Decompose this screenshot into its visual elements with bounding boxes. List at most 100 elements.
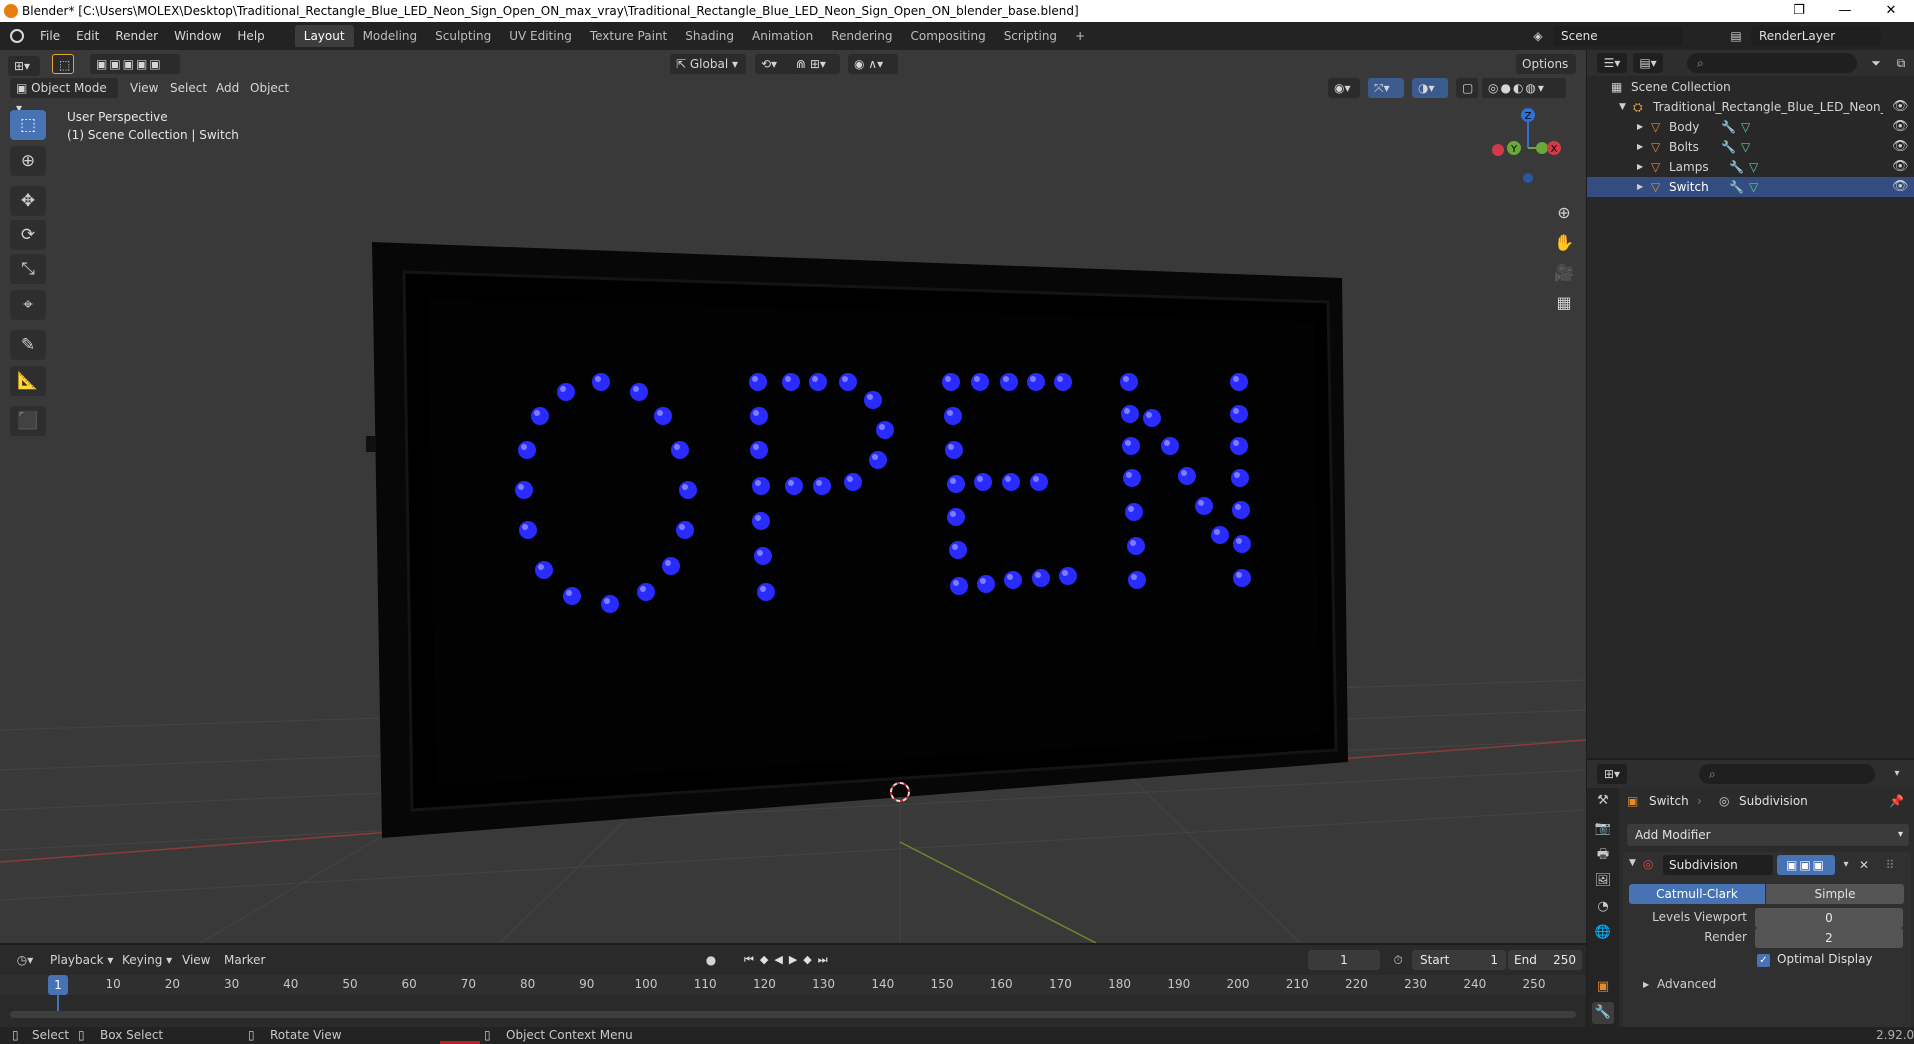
expand-arrow-icon[interactable]: ▶ <box>1637 117 1643 137</box>
proportional-edit-button[interactable]: ◉ ∧▾ <box>848 54 898 74</box>
eye-icon[interactable]: 👁 <box>1892 120 1909 134</box>
stopwatch-icon[interactable]: ⏱ <box>1388 950 1408 970</box>
rotate-tool-icon[interactable]: ⟳ <box>10 220 46 250</box>
advanced-subpanel-label[interactable]: Advanced <box>1657 977 1716 991</box>
transform-orientation-selector[interactable]: ⇱ Global ▾ <box>670 54 746 74</box>
playback-controls[interactable]: ⏮◆◀▶◆⏭ <box>744 950 864 970</box>
menu-window[interactable]: Window <box>166 29 229 43</box>
tab-texture-paint[interactable]: Texture Paint <box>581 25 676 47</box>
tab-compositing[interactable]: Compositing <box>901 25 994 47</box>
viewport-menu-select[interactable]: Select <box>164 78 213 98</box>
minimize-button[interactable]: — <box>1822 0 1868 22</box>
selection-mode-buttons[interactable]: ▣▣▣▣▣ <box>90 54 180 74</box>
properties-search-input[interactable]: ⌕ <box>1699 764 1875 784</box>
blender-menu-icon[interactable] <box>10 29 24 43</box>
menu-edit[interactable]: Edit <box>68 29 107 43</box>
camera-view-icon[interactable]: 🎥 <box>1550 260 1578 286</box>
visibility-filter-button[interactable]: ◉▾ <box>1328 78 1360 98</box>
outliner-editor-type-icon[interactable]: ☰▾ <box>1597 53 1627 73</box>
outliner-row-collection[interactable]: ▼ ⛭ Traditional_Rectangle_Blue_LED_Neon_… <box>1587 97 1914 117</box>
modifier-menu-chevron-icon[interactable]: ▾ <box>1837 855 1855 875</box>
scene-selector[interactable]: Scene <box>1553 26 1683 46</box>
outliner-search-input[interactable]: ⌕ <box>1687 53 1857 73</box>
outliner-row-bolts[interactable]: ▶ ▽ Bolts 🔧 ▽ 👁 <box>1587 137 1914 157</box>
zoom-icon[interactable]: ⊕ <box>1550 200 1578 226</box>
ortho-grid-icon[interactable]: ▦ <box>1550 290 1578 316</box>
xray-toggle-button[interactable]: ▢ <box>1456 78 1478 98</box>
outliner-row-switch[interactable]: ▶ ▽ Switch 🔧 ▽ 👁 <box>1587 177 1914 197</box>
expand-arrow-icon[interactable]: ▼ <box>1619 97 1626 117</box>
tab-uv-editing[interactable]: UV Editing <box>500 25 581 47</box>
expand-arrow-icon[interactable]: ▶ <box>1637 157 1643 177</box>
catmull-clark-button[interactable]: Catmull-Clark <box>1629 884 1765 904</box>
cursor-tool-icon[interactable]: ⊕ <box>10 146 46 176</box>
record-keyframe-icon[interactable]: ● <box>702 950 720 970</box>
remove-modifier-close-icon[interactable]: ✕ <box>1855 855 1873 875</box>
select-box-tool-icon[interactable]: ⬚ <box>10 110 46 140</box>
options-dropdown[interactable]: Options <box>1516 54 1576 74</box>
maximize-button[interactable]: ❐ <box>1776 0 1822 22</box>
tab-modeling[interactable]: Modeling <box>354 25 427 47</box>
editor-type-button[interactable]: ⊞▾ <box>8 56 40 76</box>
add-modifier-dropdown[interactable]: Add Modifier ▾ <box>1627 824 1909 846</box>
eye-icon[interactable]: 👁 <box>1892 160 1909 174</box>
pin-icon[interactable]: 📌 <box>1889 794 1904 808</box>
eye-icon[interactable]: 👁 <box>1892 100 1909 114</box>
add-workspace-button[interactable]: + <box>1066 25 1094 47</box>
eye-icon[interactable]: 👁 <box>1892 180 1909 194</box>
viewport-menu-add[interactable]: Add <box>210 78 245 98</box>
render-layer-selector[interactable]: RenderLayer <box>1751 26 1881 46</box>
end-frame-field[interactable]: End 250 <box>1508 950 1582 970</box>
render-tab-icon[interactable]: 📷 <box>1592 818 1614 840</box>
timeline-menu-marker[interactable]: Marker <box>224 950 265 970</box>
viewport-menu-object[interactable]: Object <box>244 78 295 98</box>
current-frame-field[interactable]: 1 <box>1308 950 1380 970</box>
new-collection-icon[interactable]: ⧉ <box>1891 53 1911 73</box>
world-tab-icon[interactable]: 🌐 <box>1592 922 1614 944</box>
filter-icon[interactable]: ⏷ <box>1863 53 1889 73</box>
eye-icon[interactable]: 👁 <box>1892 140 1909 154</box>
outliner-row-scene-collection[interactable]: ▦ Scene Collection <box>1587 77 1914 97</box>
annotate-tool-icon[interactable]: ✎ <box>10 330 46 360</box>
add-cube-tool-icon[interactable]: ⬛ <box>10 406 46 436</box>
timeline-menu-view[interactable]: View <box>182 950 210 970</box>
3d-viewport[interactable]: ⊞▾ ⬚ ▣▣▣▣▣ ⇱ Global ▾ ⟲▾ ⋒ ⊞▾ ◉ ∧▾ Optio… <box>0 50 1586 943</box>
navigation-gizmo[interactable]: Z Y X <box>1486 106 1570 190</box>
display-mode-icon[interactable]: ▤▾ <box>1633 53 1663 73</box>
scale-tool-icon[interactable]: ⤡ <box>10 254 46 284</box>
start-frame-field[interactable]: Start 1 <box>1412 950 1506 970</box>
snap-button[interactable]: ⋒ ⊞▾ <box>790 54 840 74</box>
expand-arrow-icon[interactable]: ▶ <box>1643 980 1649 989</box>
gizmo-toggle-button[interactable]: ⤧▾ <box>1368 78 1404 98</box>
object-mode-selector[interactable]: ▣ Object Mode ▾ <box>10 78 118 115</box>
timeline-menu-playback[interactable]: Playback ▾ <box>50 950 113 970</box>
drag-handle-icon[interactable]: ⠿ <box>1877 855 1903 875</box>
measure-tool-icon[interactable]: 📐 <box>10 366 46 396</box>
render-levels-field[interactable]: 2 <box>1755 928 1903 948</box>
transform-tool-icon[interactable]: ⌖ <box>10 290 46 320</box>
output-tab-icon[interactable]: 🖶 <box>1592 844 1614 866</box>
timeline-editor-type-icon[interactable]: ◷▾ <box>10 950 40 970</box>
playhead-marker[interactable]: 1 <box>48 975 68 995</box>
overlays-toggle-button[interactable]: ◑▾ <box>1412 78 1448 98</box>
properties-editor-type-icon[interactable]: ⊞▾ <box>1597 764 1627 784</box>
menu-file[interactable]: File <box>32 29 68 43</box>
outliner-row-lamps[interactable]: ▶ ▽ Lamps 🔧 ▽ 👁 <box>1587 157 1914 177</box>
expand-arrow-icon[interactable]: ▶ <box>1637 137 1643 157</box>
outliner-row-body[interactable]: ▶ ▽ Body 🔧 ▽ 👁 <box>1587 117 1914 137</box>
optimal-display-checkbox[interactable]: ✓ <box>1757 954 1770 967</box>
tab-animation[interactable]: Animation <box>743 25 822 47</box>
tool-tab-icon[interactable]: ⚒ <box>1592 790 1614 812</box>
shading-mode-buttons[interactable]: ◎●◐◍▾ <box>1482 78 1566 98</box>
timeline-scrollbar[interactable] <box>10 1011 1576 1018</box>
menu-render[interactable]: Render <box>107 29 166 43</box>
menu-help[interactable]: Help <box>229 29 272 43</box>
close-button[interactable]: ✕ <box>1868 0 1914 22</box>
select-tool-icon[interactable]: ⬚ <box>52 54 74 74</box>
modifier-visibility-toggles[interactable]: ▣▣▣ <box>1777 855 1835 875</box>
tab-shading[interactable]: Shading <box>676 25 743 47</box>
object-tab-icon[interactable]: ▣ <box>1592 976 1614 998</box>
move-tool-icon[interactable]: ✥ <box>10 186 46 216</box>
timeline-menu-keying[interactable]: Keying ▾ <box>122 950 172 970</box>
expand-arrow-icon[interactable]: ▶ <box>1637 177 1643 197</box>
